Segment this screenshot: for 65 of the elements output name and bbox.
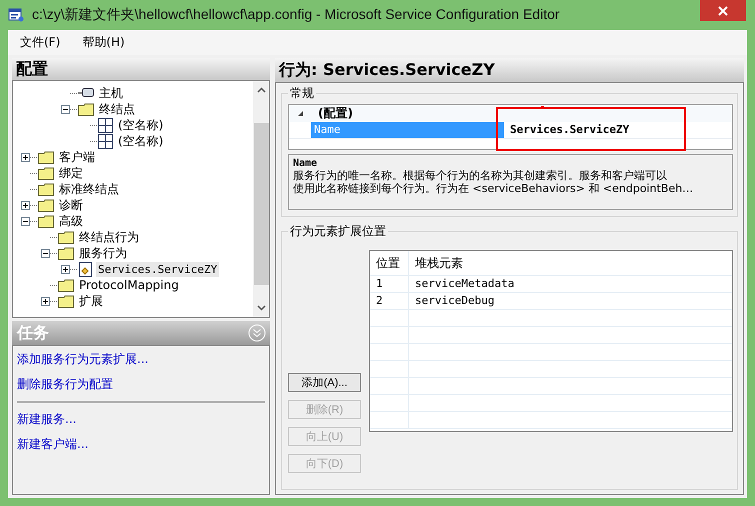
panel-header: 行为: Services.ServiceZY (275, 58, 744, 82)
scroll-down-icon[interactable] (256, 305, 266, 311)
group-title: 常规 (289, 85, 315, 102)
tree-item[interactable]: 客户端 (57, 150, 97, 164)
category-label: (配置) (318, 105, 353, 122)
grid-icon (98, 118, 113, 132)
task-link[interactable]: 新建客户端... (17, 436, 265, 453)
close-icon (717, 4, 729, 16)
grid-icon (98, 134, 113, 148)
folder-icon (38, 166, 54, 180)
tree-item[interactable]: (空名称) (116, 134, 166, 148)
panel-header: 配置 (12, 58, 270, 80)
scroll-up-icon[interactable] (256, 87, 266, 93)
folder-icon (58, 230, 74, 244)
expander-icon[interactable] (61, 264, 70, 274)
group-title: 行为元素扩展位置 (289, 223, 387, 240)
tree-item[interactable]: 服务行为 (77, 246, 129, 260)
table-cell-text: serviceDebug (414, 293, 496, 309)
description-title: Name (293, 158, 318, 169)
panel-header: 任务 (17, 322, 49, 344)
action-button[interactable]: 添加(A)... (288, 373, 361, 392)
window-title: c:\zy\新建文件夹\hellowcf\hellowcf\app.config - Microsoft Service Configuration Editor (32, 6, 560, 24)
folder-icon (38, 214, 54, 228)
expander-icon[interactable] (61, 104, 70, 114)
table-cell: 2 (370, 293, 409, 309)
folder-icon (58, 278, 74, 292)
task-link[interactable]: 添加服务行为元素扩展... (17, 351, 265, 368)
tree-item[interactable]: 标准终结点 (57, 182, 121, 196)
menu-item[interactable]: 文件(F) (20, 34, 60, 51)
tree-item[interactable]: ProtocolMapping (77, 278, 181, 292)
tree-item[interactable]: 终结点行为 (77, 230, 141, 244)
tree-item[interactable]: 主机 (97, 86, 125, 100)
tree-item[interactable]: 终结点 (97, 102, 137, 116)
collapse-icon[interactable] (297, 110, 304, 117)
folder-icon (38, 150, 54, 164)
app-icon (8, 7, 24, 23)
folder-icon (38, 198, 54, 212)
expander-icon[interactable] (21, 152, 30, 162)
expander-icon[interactable] (21, 216, 30, 226)
folder-icon (58, 246, 74, 260)
description-text: 服务行为的唯一名称。根据每个行为的名称为其创建索引。服务和客户端可以 (293, 169, 668, 182)
tree-item[interactable]: 高级 (57, 214, 85, 228)
menu-item[interactable]: 帮助(H) (82, 34, 125, 51)
scrollbar[interactable] (253, 81, 269, 317)
expander-icon[interactable] (21, 200, 30, 210)
tree-item[interactable]: Services.ServiceZY (96, 262, 220, 276)
folder-icon (78, 102, 94, 116)
close-button[interactable] (700, 0, 746, 21)
document-icon (78, 262, 93, 276)
tree-item[interactable]: 扩展 (77, 294, 105, 308)
property-value[interactable]: Services.ServiceZY (504, 122, 630, 138)
table-cell-text: serviceMetadata (414, 276, 516, 292)
expander-icon[interactable] (41, 296, 50, 306)
table-cell: 1 (370, 276, 409, 292)
task-link[interactable]: 删除服务行为配置 (17, 376, 265, 393)
column-header[interactable]: 位置 (370, 251, 409, 275)
folder-icon (58, 294, 74, 308)
folder-icon (38, 182, 54, 196)
description-text: 使用此名称链接到每个行为。行为在 <serviceBehaviors> 和 <endpointBeh… (293, 182, 694, 195)
tree-item[interactable]: (空名称) (116, 118, 166, 132)
expander-icon[interactable] (41, 248, 50, 258)
tree-item[interactable]: 绑定 (57, 166, 85, 180)
column-header[interactable]: 堆栈元素 (409, 251, 732, 275)
tree-item[interactable]: 诊断 (57, 198, 85, 212)
task-link[interactable]: 新建服务... (17, 411, 265, 428)
